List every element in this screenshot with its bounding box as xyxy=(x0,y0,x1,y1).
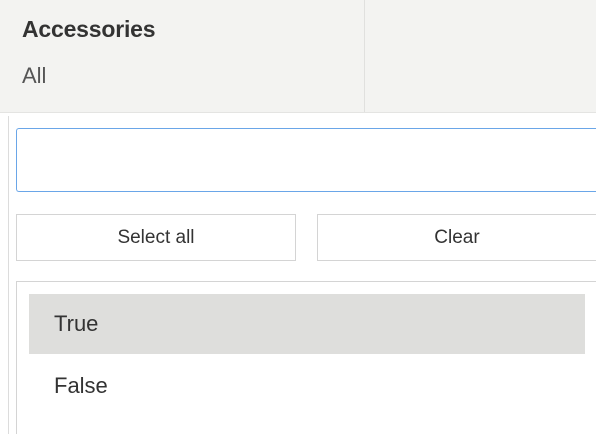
filter-dropdown-root: Accessories All Select all Clear True Fa… xyxy=(0,0,596,434)
filter-header[interactable]: Accessories All xyxy=(0,0,365,112)
clear-button[interactable]: Clear xyxy=(317,214,596,261)
options-list: True False xyxy=(16,281,596,434)
option-true[interactable]: True xyxy=(29,294,585,354)
option-false[interactable]: False xyxy=(29,356,585,416)
header-empty-area xyxy=(365,0,596,112)
filter-current-value: All xyxy=(22,63,47,88)
filter-title: Accessories xyxy=(22,16,156,42)
select-all-button[interactable]: Select all xyxy=(16,214,296,261)
search-input[interactable] xyxy=(16,128,596,192)
